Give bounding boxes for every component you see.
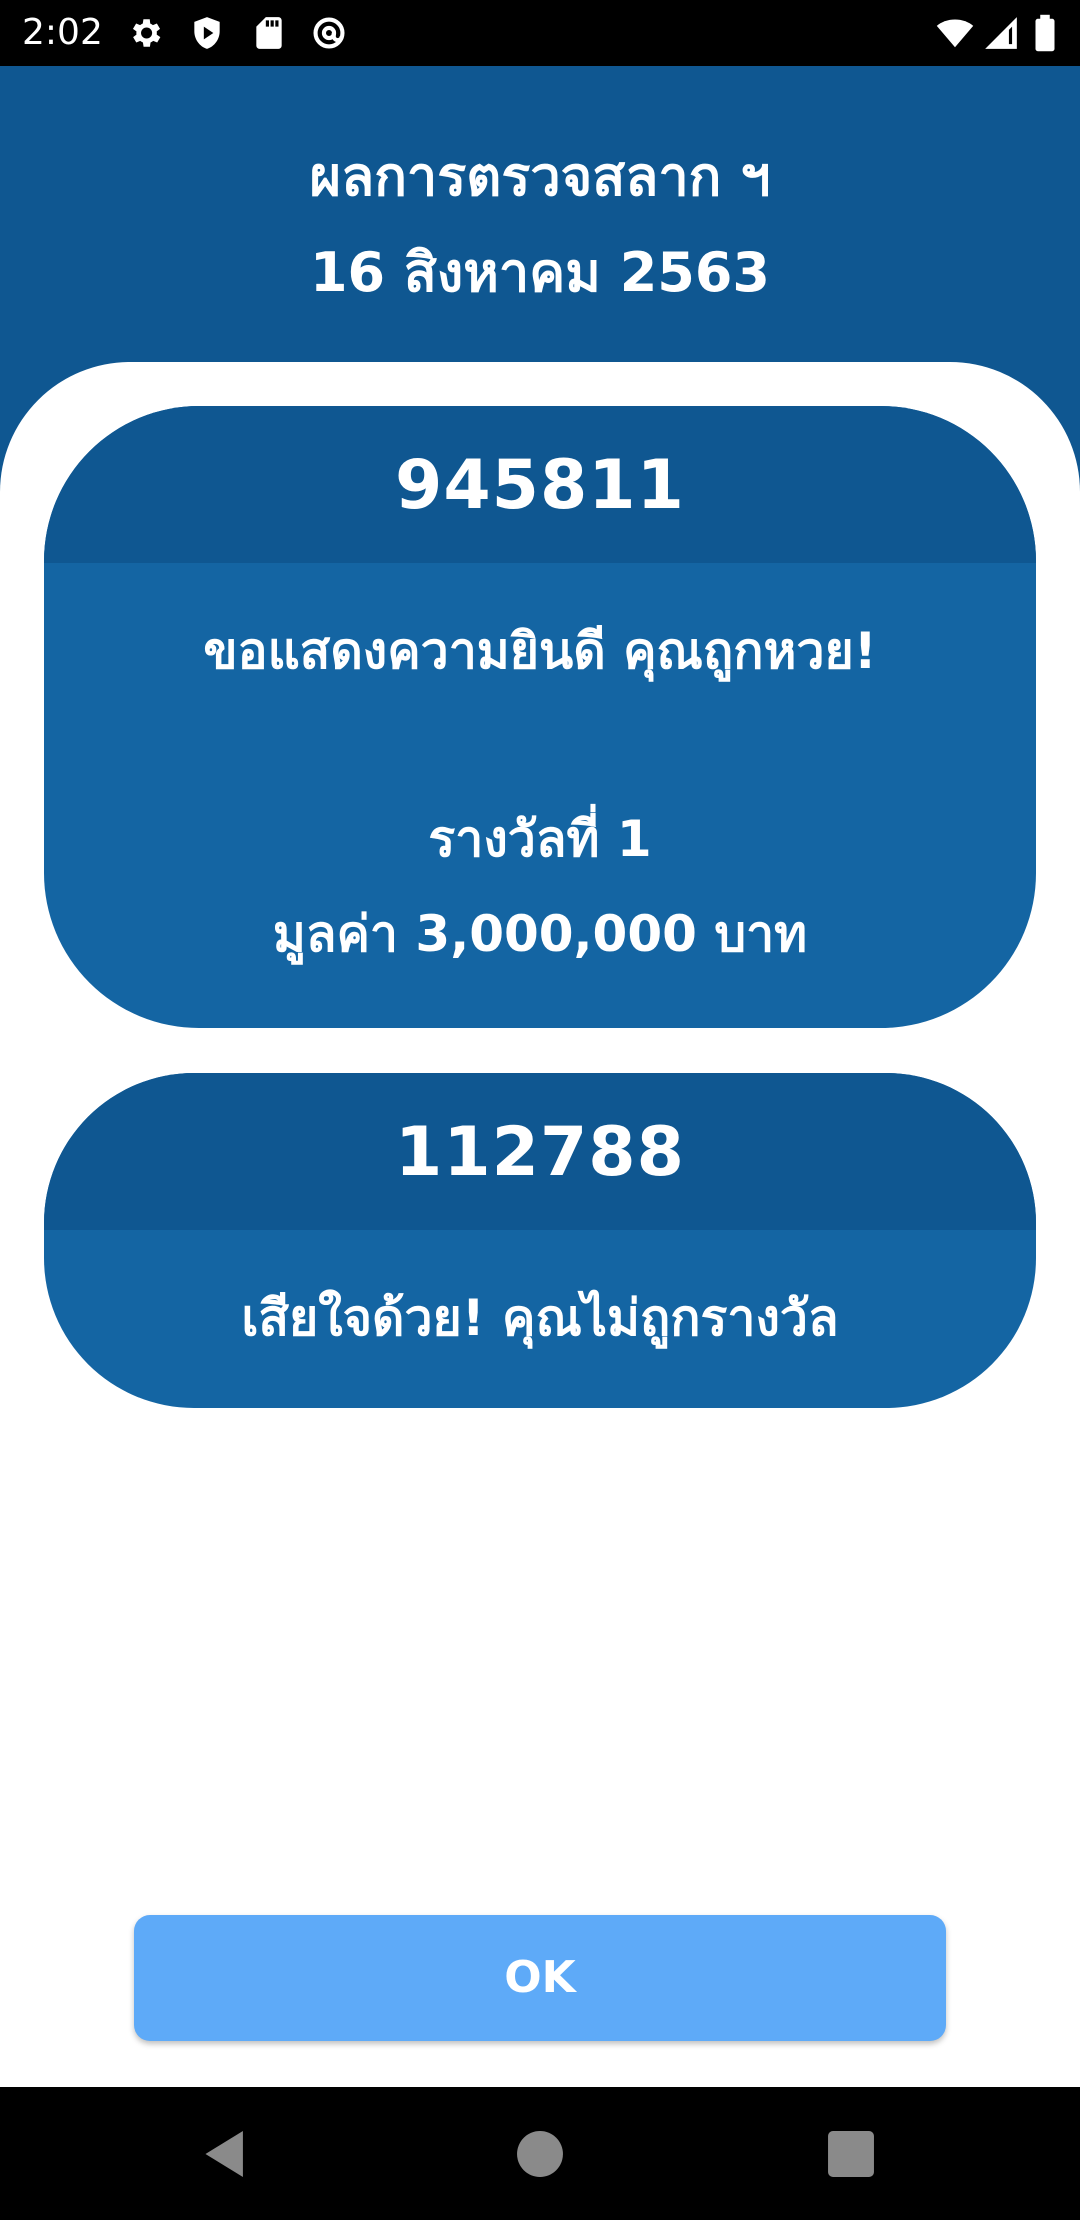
prize-name: รางวัลที่ 1 bbox=[428, 810, 652, 868]
sd-card-icon bbox=[250, 14, 288, 52]
result-message: ขอแสดงความยินดี คุณถูกหวย! bbox=[203, 622, 877, 680]
shield-icon bbox=[188, 14, 226, 52]
gear-icon bbox=[126, 14, 164, 52]
page-title: ผลการตรวจสลาก ฯ 16 สิงหาคม 2563 bbox=[0, 132, 1080, 324]
wifi-icon bbox=[936, 14, 974, 52]
title-text: ผลการตรวจสลาก ฯ bbox=[309, 145, 771, 208]
recents-icon[interactable] bbox=[822, 2125, 880, 2183]
ok-button[interactable]: OK bbox=[134, 1915, 946, 2041]
draw-date: 16 สิงหาคม 2563 bbox=[309, 241, 770, 304]
result-card-loser: 112788 เสียใจด้วย! คุณไม่ถูกรางวัล bbox=[44, 1073, 1036, 1408]
prize-value: มูลค่า 3,000,000 บาท bbox=[272, 905, 808, 963]
status-time: 2:02 bbox=[22, 12, 103, 53]
lottery-number: 945811 bbox=[395, 446, 685, 525]
home-icon[interactable] bbox=[511, 2125, 569, 2183]
result-card-winner: 945811 ขอแสดงความยินดี คุณถูกหวย! รางวัล… bbox=[44, 406, 1036, 1028]
at-sign-icon bbox=[310, 14, 348, 52]
back-icon[interactable] bbox=[197, 2125, 255, 2183]
battery-icon bbox=[1030, 14, 1060, 52]
signal-icon bbox=[982, 14, 1020, 52]
status-bar: 2:02 bbox=[0, 0, 1080, 66]
result-message: เสียใจด้วย! คุณไม่ถูกรางวัล bbox=[241, 1289, 839, 1347]
navigation-bar bbox=[0, 2087, 1080, 2220]
lottery-number: 112788 bbox=[395, 1113, 685, 1192]
